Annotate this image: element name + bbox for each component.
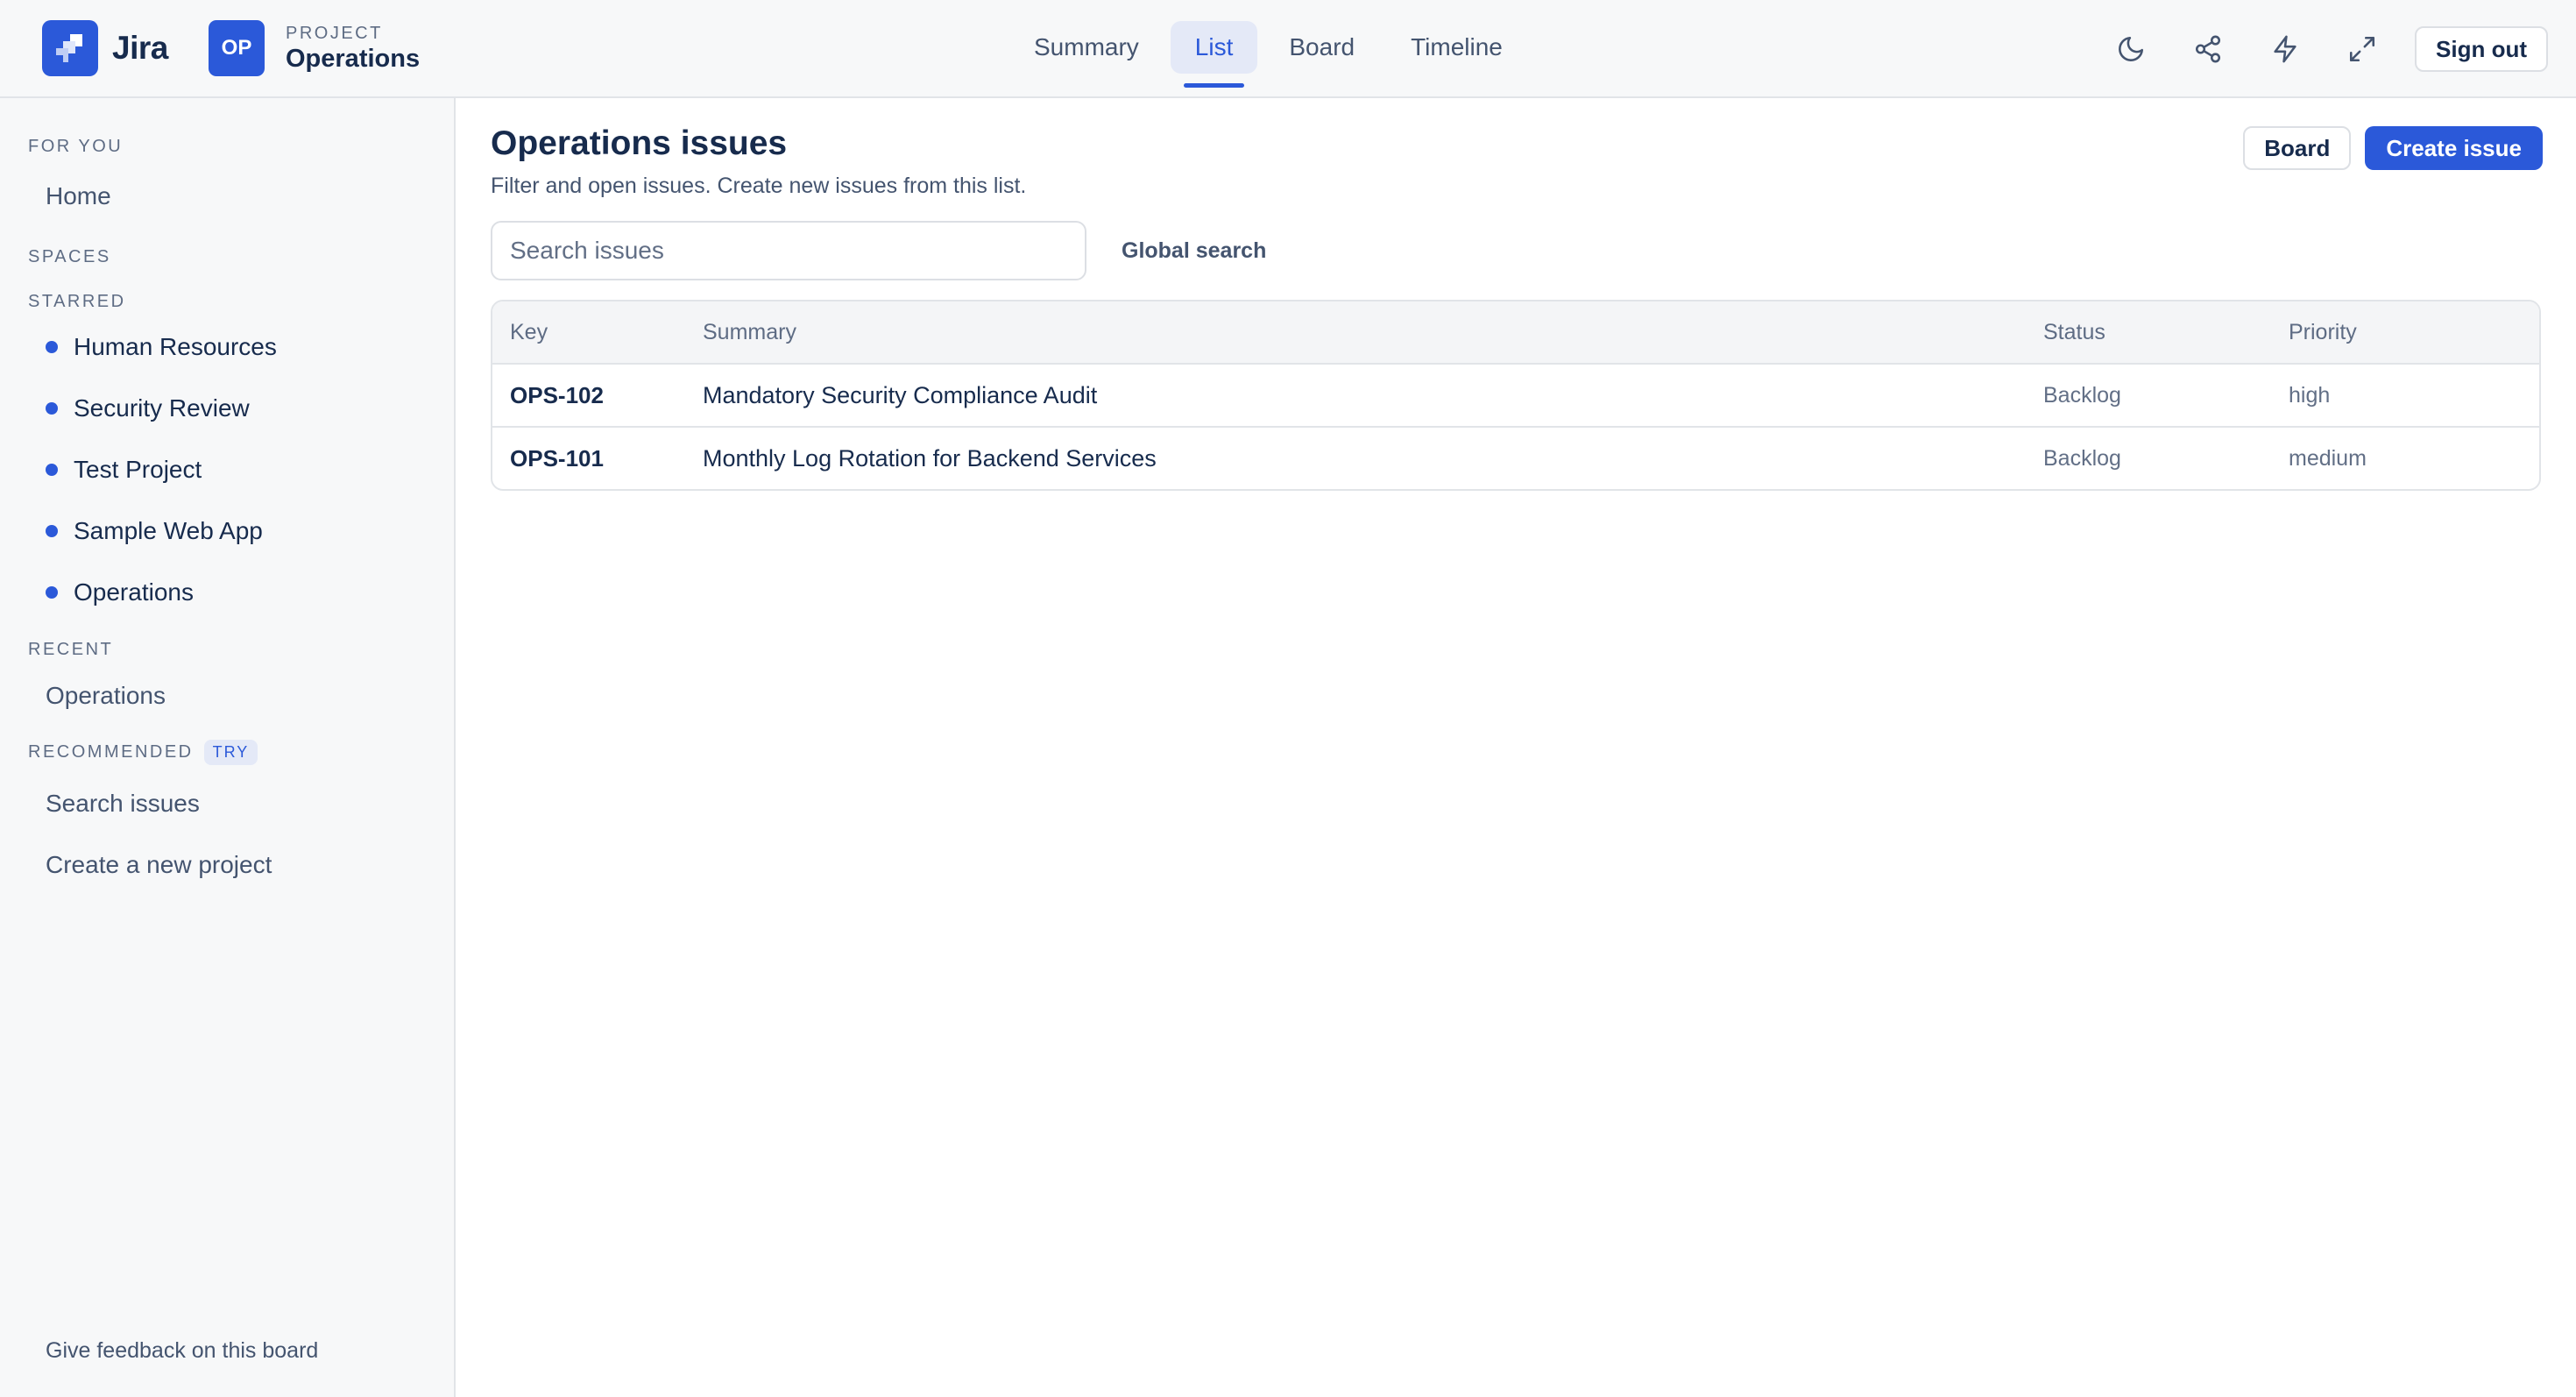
sidebar: FOR YOU Home SPACES STARRED Human Resour… bbox=[0, 98, 456, 1397]
column-summary[interactable]: Summary bbox=[703, 320, 2043, 345]
brand[interactable]: Jira bbox=[42, 20, 168, 76]
project-dot-icon bbox=[46, 464, 58, 476]
sidebar-item-label: Security Review bbox=[74, 394, 250, 422]
issue-key[interactable]: OPS-102 bbox=[492, 382, 703, 409]
table-header: Key Summary Status Priority bbox=[492, 301, 2539, 363]
tab-timeline[interactable]: Timeline bbox=[1386, 21, 1527, 74]
project-kicker: PROJECT bbox=[286, 24, 383, 43]
project-avatar: OP bbox=[209, 20, 265, 76]
section-starred: STARRED bbox=[28, 292, 126, 311]
page-actions: Board Create issue bbox=[2243, 126, 2543, 170]
sign-out-button[interactable]: Sign out bbox=[2415, 26, 2548, 72]
table-row[interactable]: OPS-102 Mandatory Security Compliance Au… bbox=[492, 363, 2539, 426]
column-priority[interactable]: Priority bbox=[2289, 320, 2539, 345]
sidebar-item-label: Operations bbox=[74, 578, 194, 606]
section-recommended: RECOMMENDED TRY bbox=[28, 740, 258, 765]
project-dot-icon bbox=[46, 341, 58, 353]
issue-status: Backlog bbox=[2043, 382, 2121, 408]
sidebar-item-test-project[interactable]: Test Project bbox=[46, 456, 202, 484]
issue-key[interactable]: OPS-101 bbox=[492, 445, 703, 472]
project-dot-icon bbox=[46, 525, 58, 537]
column-key[interactable]: Key bbox=[492, 320, 703, 345]
issue-summary[interactable]: Monthly Log Rotation for Backend Service… bbox=[703, 445, 2043, 472]
section-for-you: FOR YOU bbox=[28, 137, 124, 156]
lightning-icon[interactable] bbox=[2261, 25, 2310, 74]
sidebar-item-security-review[interactable]: Security Review bbox=[46, 394, 250, 422]
search-input[interactable] bbox=[491, 221, 1086, 280]
section-spaces: SPACES bbox=[28, 247, 111, 266]
main-content: Operations issues Filter and open issues… bbox=[457, 98, 2576, 1397]
share-icon[interactable] bbox=[2183, 25, 2233, 74]
project-dot-icon bbox=[46, 586, 58, 599]
sidebar-item-label: Test Project bbox=[74, 456, 202, 483]
issues-table: Key Summary Status Priority OPS-102 Mand… bbox=[491, 300, 2541, 491]
jira-logo-icon bbox=[42, 20, 98, 76]
sidebar-item-human-resources[interactable]: Human Resources bbox=[46, 333, 277, 361]
sidebar-recent-operations[interactable]: Operations bbox=[46, 682, 166, 710]
header-actions: Sign out bbox=[2106, 25, 2548, 74]
sidebar-item-home[interactable]: Home bbox=[46, 182, 111, 210]
section-recommended-label: RECOMMENDED bbox=[28, 742, 194, 762]
view-tabs: Summary List Board Timeline bbox=[1009, 21, 1534, 88]
create-issue-button[interactable]: Create issue bbox=[2365, 126, 2543, 170]
tab-summary[interactable]: Summary bbox=[1009, 21, 1164, 74]
column-status[interactable]: Status bbox=[2043, 320, 2289, 345]
sidebar-item-create-project[interactable]: Create a new project bbox=[46, 851, 272, 879]
project-name: Operations bbox=[286, 45, 421, 73]
feedback-link[interactable]: Give feedback on this board bbox=[46, 1338, 318, 1364]
global-search-link[interactable]: Global search bbox=[1122, 238, 1266, 264]
sidebar-item-label: Sample Web App bbox=[74, 517, 263, 544]
try-badge: TRY bbox=[203, 740, 258, 765]
search-bar: Global search bbox=[491, 221, 1266, 280]
issue-status: Backlog bbox=[2043, 445, 2121, 471]
issue-summary[interactable]: Mandatory Security Compliance Audit bbox=[703, 382, 2043, 409]
issue-priority: high bbox=[2289, 382, 2331, 408]
brand-name: Jira bbox=[112, 30, 168, 66]
board-button[interactable]: Board bbox=[2243, 126, 2352, 170]
project-switcher[interactable]: OP PROJECT Operations bbox=[209, 20, 420, 76]
expand-icon[interactable] bbox=[2338, 25, 2387, 74]
page-title: Operations issues bbox=[491, 124, 788, 162]
tab-list[interactable]: List bbox=[1170, 21, 1258, 88]
top-bar: Jira OP PROJECT Operations Summary List … bbox=[0, 0, 2576, 98]
tab-board[interactable]: Board bbox=[1264, 21, 1379, 74]
section-recent: RECENT bbox=[28, 640, 114, 659]
page-subtitle: Filter and open issues. Create new issue… bbox=[491, 174, 1027, 198]
sidebar-item-operations[interactable]: Operations bbox=[46, 578, 194, 606]
table-row[interactable]: OPS-101 Monthly Log Rotation for Backend… bbox=[492, 426, 2539, 489]
issue-priority: medium bbox=[2289, 445, 2367, 471]
sidebar-item-sample-web-app[interactable]: Sample Web App bbox=[46, 517, 263, 545]
project-dot-icon bbox=[46, 402, 58, 415]
sidebar-item-search-issues[interactable]: Search issues bbox=[46, 790, 200, 818]
moon-icon[interactable] bbox=[2106, 25, 2155, 74]
sidebar-item-label: Human Resources bbox=[74, 333, 277, 360]
